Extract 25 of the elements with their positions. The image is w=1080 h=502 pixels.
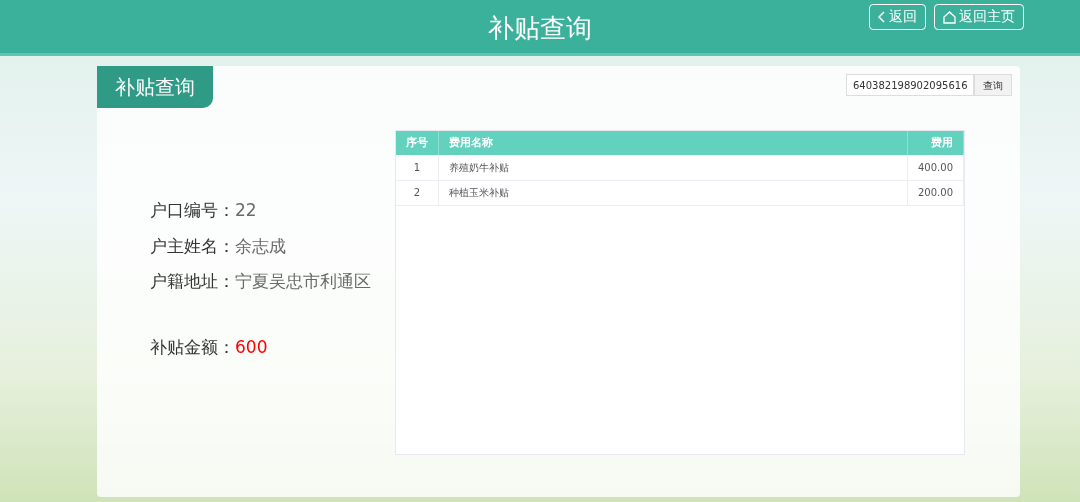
- column-header: 序号: [396, 131, 439, 155]
- table-cell: 200.00: [907, 180, 964, 205]
- field-label: 补贴金额：: [150, 336, 235, 357]
- home-icon: [943, 10, 956, 24]
- field-label: 户口编号：: [150, 200, 235, 220]
- table-cell: 2: [396, 180, 439, 205]
- chevron-left-icon: [878, 11, 886, 23]
- column-header: 费用: [907, 131, 964, 155]
- home-button[interactable]: 返回主页: [934, 4, 1024, 30]
- search-field[interactable]: 640382198902095616: [846, 74, 974, 96]
- back-button[interactable]: 返回: [869, 4, 926, 30]
- column-header: 费用名称: [438, 131, 908, 155]
- page-title: 补贴查询: [488, 13, 592, 43]
- table-cell: 种植玉米补贴: [438, 180, 908, 205]
- table-cell: 400.00: [907, 155, 964, 180]
- amount-value: 600: [235, 336, 268, 357]
- field-value: 宁夏吴忠市利通区: [235, 271, 371, 291]
- table-cell: 养殖奶牛补贴: [438, 155, 908, 180]
- field-value: 余志成: [235, 235, 286, 256]
- panel-tab[interactable]: 补贴查询: [97, 66, 213, 108]
- field-label: 户籍地址：: [150, 271, 235, 291]
- table-cell: 1: [396, 155, 439, 180]
- field-value: 22: [235, 200, 257, 220]
- field-label: 户主姓名：: [150, 235, 235, 256]
- search-button[interactable]: 查询: [974, 74, 1012, 96]
